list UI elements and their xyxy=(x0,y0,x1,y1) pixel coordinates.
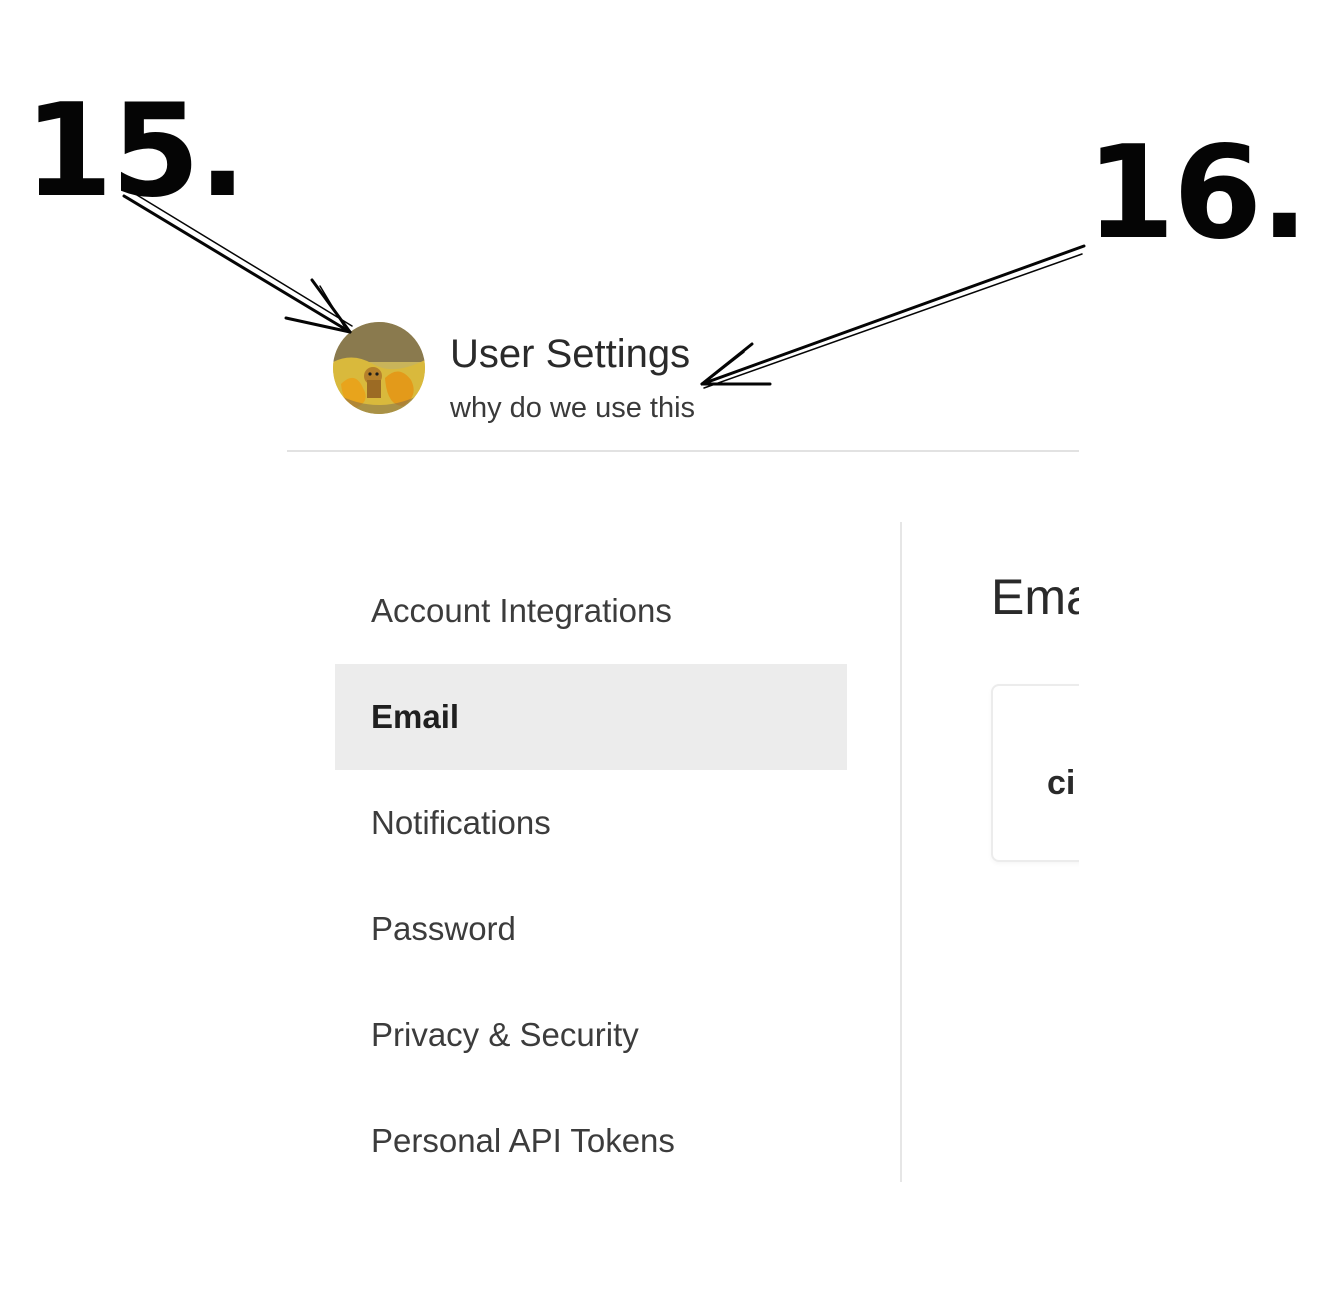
sidebar-item-notifications[interactable]: Notifications xyxy=(335,770,847,876)
sidebar-item-personal-api-tokens[interactable]: Personal API Tokens xyxy=(335,1088,847,1194)
main-content: Ema ci xyxy=(903,520,1079,940)
avatar[interactable] xyxy=(333,322,425,414)
page-subtitle: why do we use this xyxy=(450,392,696,424)
settings-sidebar: Account Integrations Email Notifications… xyxy=(335,558,847,1194)
email-card: ci xyxy=(991,684,1079,862)
sidebar-item-email[interactable]: Email xyxy=(335,664,847,770)
section-title: Ema xyxy=(991,569,1079,625)
user-avatar-image xyxy=(333,322,425,414)
page-title: User Settings xyxy=(450,332,691,376)
sidebar-item-password[interactable]: Password xyxy=(335,876,847,982)
header-divider xyxy=(287,450,1079,452)
sidebar-item-account-integrations[interactable]: Account Integrations xyxy=(335,558,847,664)
sidebar-item-privacy-security[interactable]: Privacy & Security xyxy=(335,982,847,1088)
annotation-number-15: 15. xyxy=(24,77,247,226)
content-divider xyxy=(900,522,902,1182)
annotation-arrow-16 xyxy=(700,244,1086,389)
annotation-number-16: 16. xyxy=(1086,119,1309,268)
email-address: ci xyxy=(1047,764,1076,802)
